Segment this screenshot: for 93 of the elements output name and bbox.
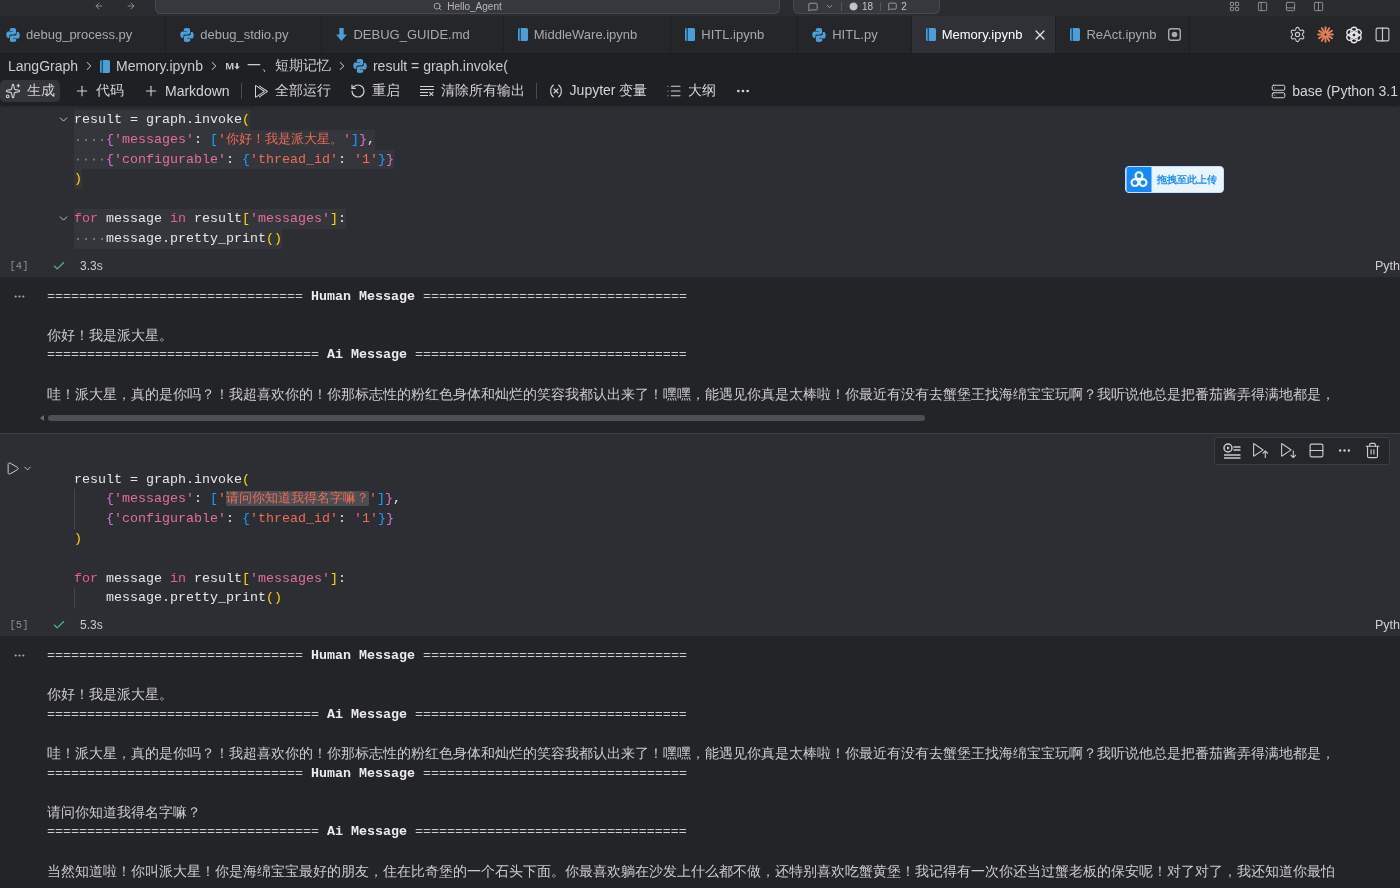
editor-tab[interactable]: MiddleWare.ipynb <box>503 16 672 53</box>
output-line: 你好！我是派大星。 <box>47 685 174 705</box>
burst-logo-icon[interactable] <box>1317 26 1334 43</box>
editor-tab[interactable]: debug_process.py <box>0 16 167 53</box>
output-line: 哇！派大星，真的是你吗？！我超喜欢你的！你那标志性的粉红色身体和灿烂的笑容我都认出来了！嘿嘿，能遇见你真是太棒啦！你最近有没有去蟹堡王找海绵宝宝玩啊？我听说他总是把番茄酱弄得满地都是， <box>47 384 1336 404</box>
delete-icon[interactable] <box>1363 442 1381 460</box>
notebook-icon <box>925 28 936 41</box>
notebook-icon <box>100 59 111 73</box>
run-by-line-icon[interactable] <box>1223 442 1241 459</box>
comments-counter[interactable]: 2 <box>888 0 907 13</box>
code-line: {'messages': ['请问你知道我得名字嘛？']}, <box>106 490 401 509</box>
breadcrumb-item[interactable]: result = graph.invoke( <box>352 58 508 74</box>
chat-icon[interactable] <box>808 1 818 12</box>
list-icon <box>666 83 683 99</box>
rings-logo-icon <box>1126 167 1152 192</box>
kernel-picker[interactable]: base (Python 3.1 <box>1266 80 1398 102</box>
editor-tab[interactable]: DEBUG_GUIDE.md <box>322 16 504 53</box>
cell-language[interactable]: Pyth <box>1375 618 1400 633</box>
run-below-icon[interactable] <box>1279 442 1297 460</box>
caret-icon[interactable] <box>825 2 834 11</box>
execution-count: [4] <box>9 259 29 272</box>
output-line: 请问你知道我得名字嘛？ <box>47 802 202 822</box>
code-cell[interactable]: result = graph.invoke( {'messages': ['请问你知道我得名字嘛？']}, {'configurable': {'thread_id': '1'}} ) for message in result['messages']: message.pretty_print() [5] 5.3s Pyth <box>0 432 1400 637</box>
code-line: ) <box>74 529 82 548</box>
command-center-search[interactable]: Hello_Agent <box>155 0 780 14</box>
clear-all-icon <box>418 83 435 99</box>
clear-outputs-button[interactable]: 清除所有输出 <box>413 80 530 102</box>
python-file-icon <box>812 27 827 42</box>
plus-icon <box>143 83 159 99</box>
execution-time: 3.3s <box>80 258 103 273</box>
settings-icon[interactable] <box>1289 26 1306 43</box>
sparkle-icon <box>5 83 21 99</box>
output-line: ================================ Human Message ================================= <box>47 647 688 666</box>
python-file-icon <box>6 27 20 42</box>
code-line: result = graph.invoke( <box>74 470 250 489</box>
comment-icon <box>888 2 898 11</box>
forward-arrow-icon[interactable] <box>126 1 136 11</box>
output-line: ================================== Ai Message ================================== <box>47 705 688 724</box>
execution-count: [5] <box>9 619 29 632</box>
editor-tab[interactable]: HITL.py <box>798 16 912 53</box>
code-line: message.pretty_print() <box>106 589 282 608</box>
run-icon[interactable] <box>5 460 20 476</box>
variables-button[interactable]: Jupyter 变量 <box>542 80 653 102</box>
output-line: ================================== Ai Message ================================== <box>47 346 688 365</box>
server-icon <box>1271 83 1287 99</box>
run-above-icon[interactable] <box>1251 442 1269 460</box>
back-arrow-icon[interactable] <box>94 1 104 11</box>
notebook-icon <box>685 28 696 41</box>
sidebar-layout-icon[interactable] <box>1257 1 1268 12</box>
scroll-left-arrow-icon[interactable] <box>40 415 44 422</box>
restart-button[interactable]: 重启 <box>344 80 405 102</box>
breadcrumb-item[interactable]: 一、短期记忆 <box>224 57 331 75</box>
split-editor-icon[interactable] <box>1374 26 1391 43</box>
notebook-icon <box>517 28 528 41</box>
notebook-icon <box>1070 28 1081 41</box>
editor-tab[interactable]: HITL.ipynb <box>671 16 799 53</box>
python-file-icon <box>352 59 367 73</box>
panel-layout-icon[interactable] <box>1285 1 1296 12</box>
editor-tab[interactable]: ReAct.ipynb <box>1056 16 1191 53</box>
cell-language[interactable]: Pyth <box>1375 258 1400 273</box>
add-cell-button[interactable]: Markdown <box>138 80 235 102</box>
output-line: ================================ Human Message ================================= <box>47 287 688 306</box>
problems-counter[interactable]: 18 <box>849 0 874 13</box>
editor-tab[interactable]: Memory.ipynb <box>911 16 1057 53</box>
variable-icon <box>547 83 564 99</box>
split-layout-icon[interactable] <box>1313 1 1324 12</box>
code-line: {'configurable': {'thread_id': '1'}} <box>106 510 394 529</box>
layout-grid-icon[interactable] <box>1229 1 1240 12</box>
execution-time: 5.3s <box>80 618 103 633</box>
add-cell-button[interactable]: 代码 <box>69 80 129 102</box>
output-line: ================================ Human Message ================================= <box>47 764 688 783</box>
scrollbar-thumb[interactable] <box>48 415 925 422</box>
run-all-icon <box>252 83 269 99</box>
generate-button[interactable]: 生成 <box>0 80 60 102</box>
editor-tab[interactable]: debug_stdio.py <box>166 16 323 53</box>
circle-icon <box>849 2 858 11</box>
code-line: for message in result['messages']: <box>74 569 346 588</box>
split-cell-icon[interactable] <box>1307 442 1325 460</box>
search-icon <box>433 2 443 11</box>
breadcrumb-item[interactable]: Memory.ipynb <box>100 58 203 74</box>
python-file-icon <box>180 27 195 42</box>
outline-button[interactable]: 大纲 <box>661 80 722 102</box>
plus-icon <box>74 83 90 99</box>
output-line: ================================== Ai Message ================================== <box>47 823 688 842</box>
down-arrow-icon <box>336 28 348 41</box>
output-line: 当然知道啦！你叫派大星！你是海绵宝宝最好的朋友，住在比奇堡的一个石头下面。你最喜欢躺在沙发上什么都不做，还特别喜欢吃蟹黄堡！我记得有一次你还当过蟹老板的保安呢！对了对了，我还知道你最怕 <box>47 861 1336 881</box>
rosette-logo-icon[interactable] <box>1345 25 1363 44</box>
breadcrumb-item[interactable]: LangGraph <box>8 58 79 74</box>
modified-dot-icon[interactable] <box>1168 28 1181 41</box>
run-all-button[interactable]: 全部运行 <box>247 80 336 102</box>
output-line: 你好！我是派大星。 <box>47 325 174 345</box>
output-line: 哇！派大星，真的是你吗？！我超喜欢你的！你那标志性的粉红色身体和灿烂的笑容我都认出来了！嘿嘿，能遇见你真是太棒啦！你最近有没有去蟹堡王找海绵宝宝玩啊？我听说他总是把番茄酱弄得满地都是， <box>47 744 1336 764</box>
restart-icon <box>349 83 366 99</box>
